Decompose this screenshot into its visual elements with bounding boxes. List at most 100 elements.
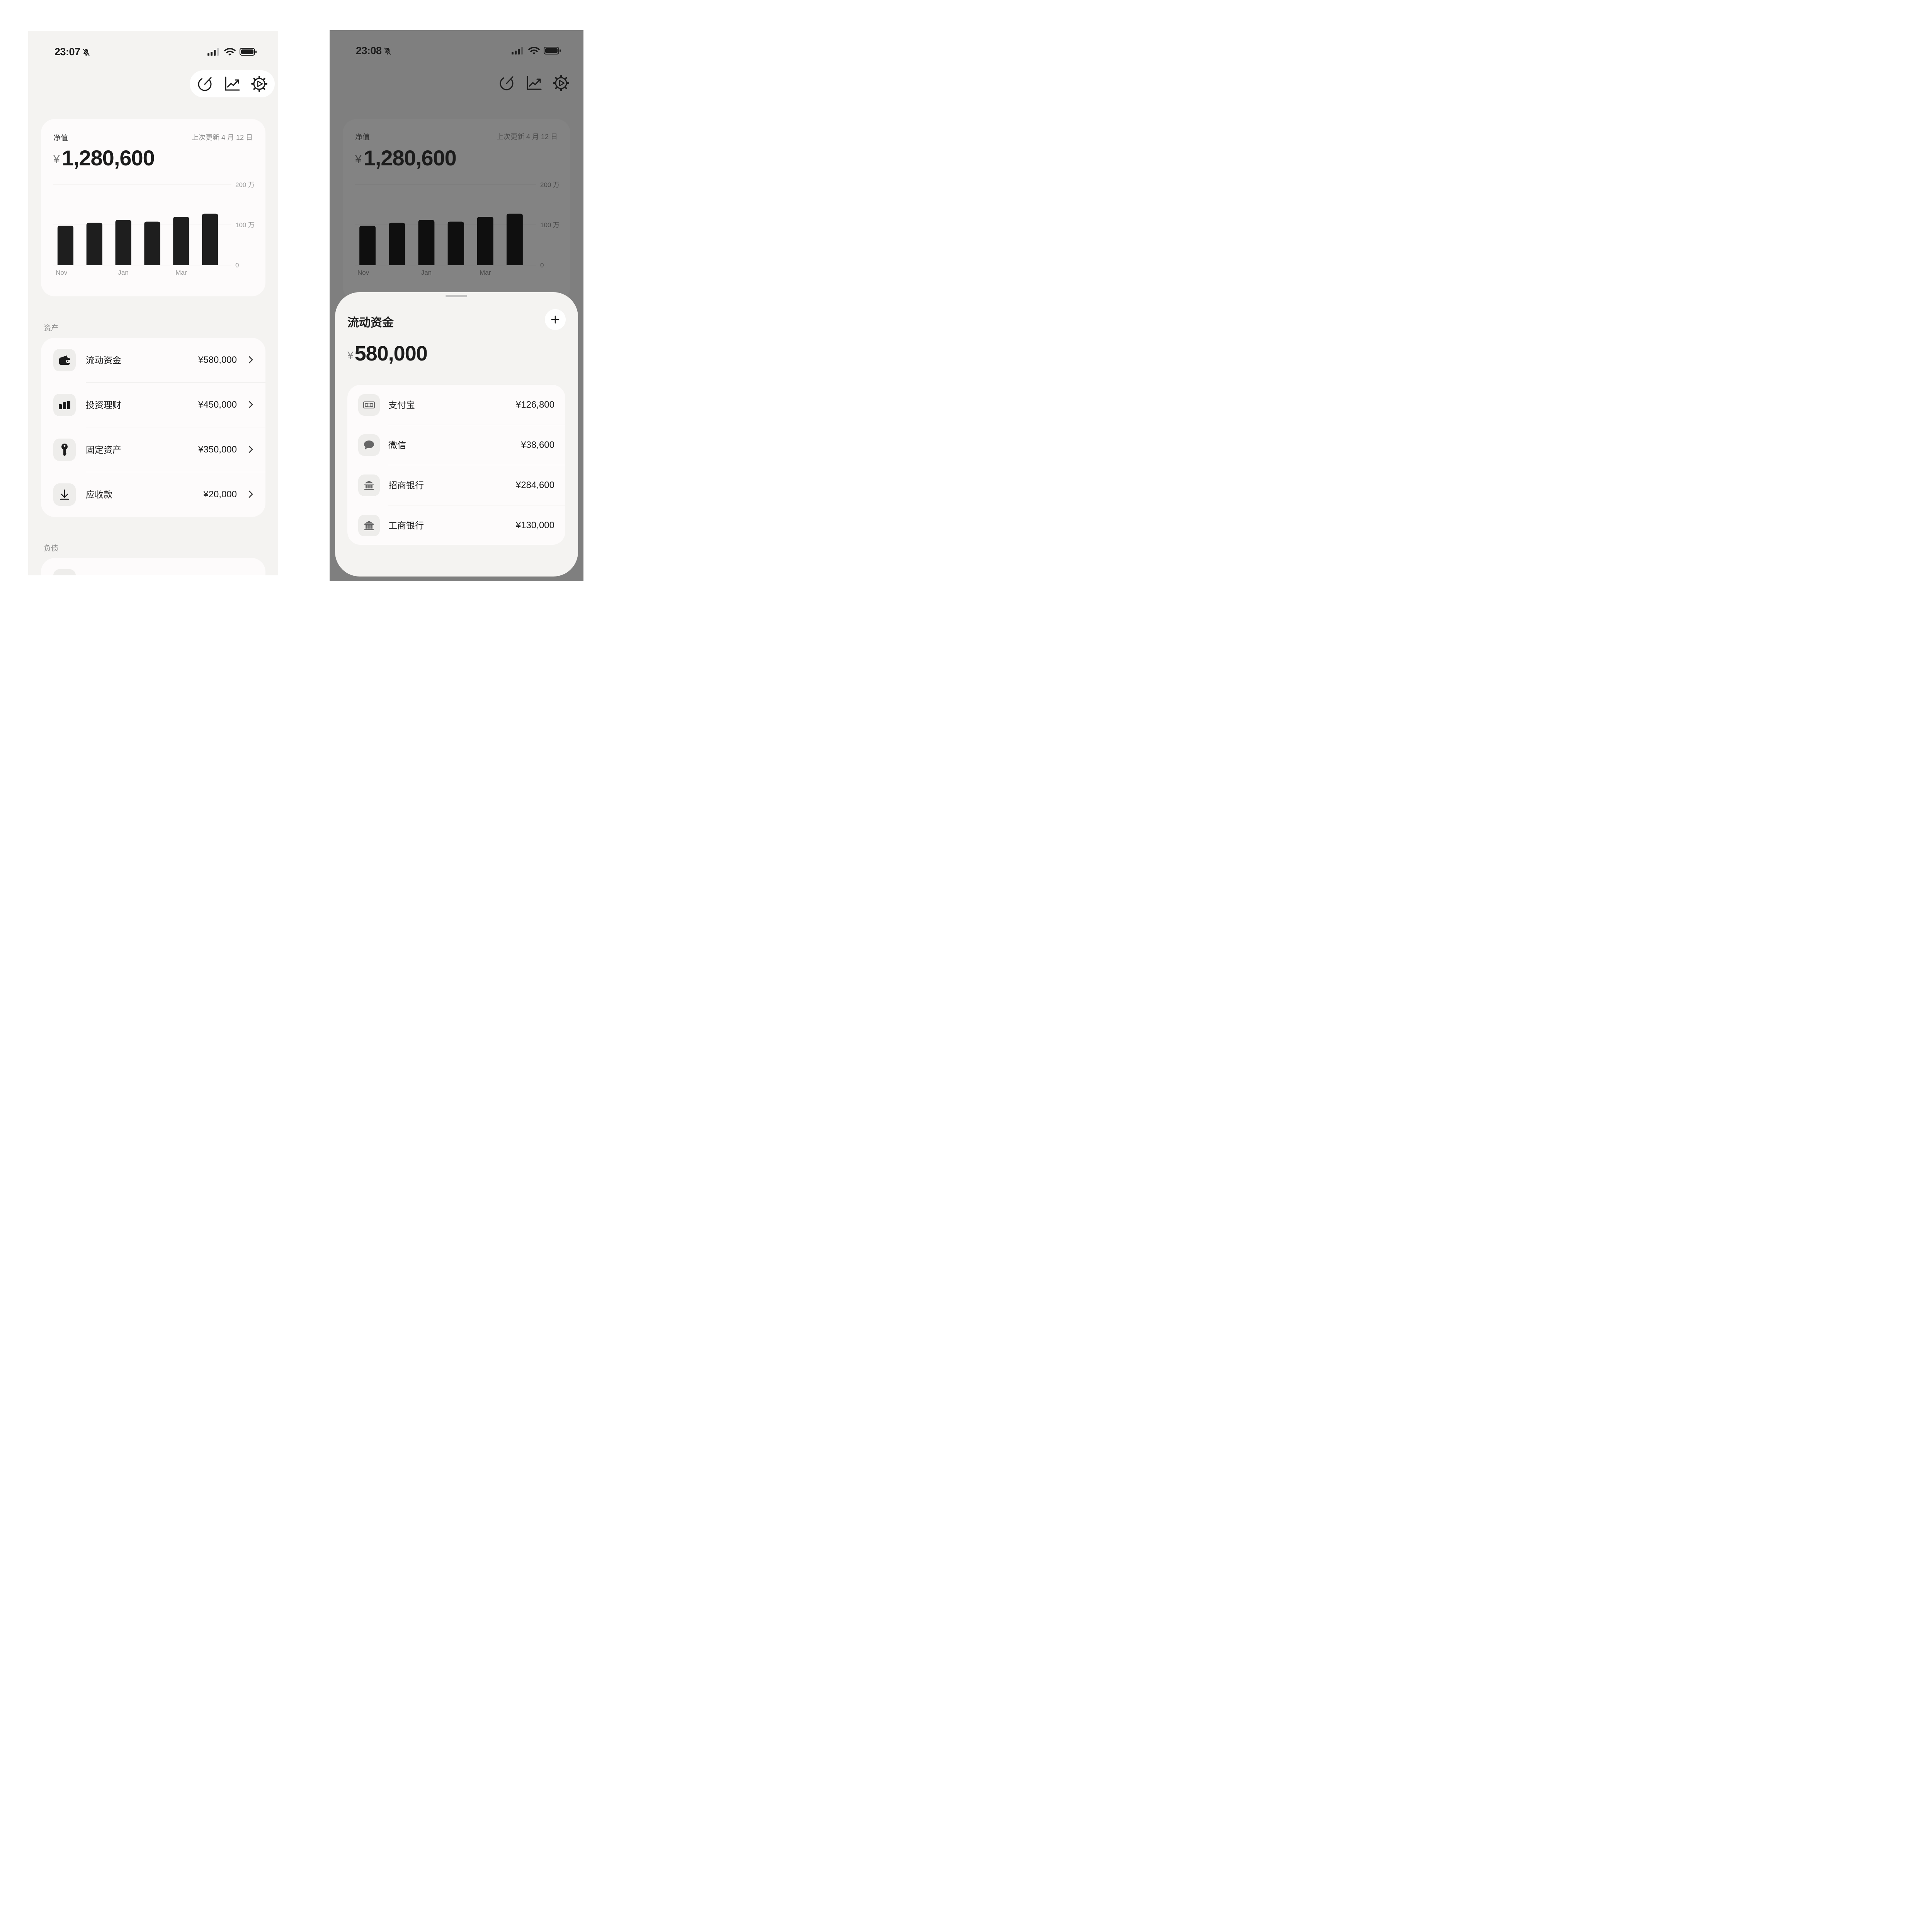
x-tick-label: Jan [421,269,432,276]
cellular-signal-icon [207,48,220,58]
sheet-title: 流动资金 [347,316,394,329]
account-amount: ¥130,000 [515,520,554,531]
last-updated: 上次更新 4 月 12 日 [496,133,558,141]
asset-label: 固定资产 [86,445,121,455]
net-worth-card[interactable]: 净值 上次更新 4 月 12 日 ¥1,280,600 0 100 万 200 万 N… [41,119,265,296]
y-tick-label: 200 万 [235,181,255,189]
download-arrow-icon [53,483,76,506]
bar-chart-icon [53,394,76,416]
liability-row[interactable] [41,558,265,575]
x-tick-label: Nov [357,269,369,276]
sheet-grabber[interactable] [446,295,467,297]
account-amount: ¥284,600 [515,480,554,490]
trend-chart-button[interactable] [525,74,543,92]
y-tick-label: 200 万 [540,181,560,189]
settings-gear-icon [553,75,569,91]
asset-amount: ¥580,000 [198,355,237,365]
account-row-wechat[interactable]: 微信 ¥38,600 [347,425,565,465]
account-row-icbc[interactable]: 工商银行 ¥130,000 [347,505,565,545]
asset-label: 流动资金 [86,355,121,365]
y-tick-label: 100 万 [540,221,560,229]
battery-icon [544,46,561,57]
chevron-right-icon [248,445,253,456]
chart-bar-feb[interactable] [144,221,160,265]
bell-slash-icon [383,46,392,58]
x-tick-label: Mar [480,269,491,276]
net-worth-chart: 0 100 万 200 万 Nov Jan Mar [355,181,560,276]
account-label: 工商银行 [388,520,424,531]
chart-bar-mar[interactable] [173,217,189,265]
chevron-right-icon [248,355,253,366]
asset-label: 投资理财 [86,400,121,410]
trend-chart-icon [527,76,542,90]
x-tick-label: Nov [56,269,68,276]
chart-bar-nov[interactable] [57,226,73,265]
net-worth-label: 净值 [53,134,68,142]
asset-row-fixed[interactable]: 固定资产 ¥350,000 [41,427,265,472]
status-icons [207,48,257,58]
banknote-icon [358,394,380,416]
chart-bar-apr[interactable] [506,213,523,265]
chart-bar-nov[interactable] [359,226,376,265]
top-toolbar [190,70,275,97]
trend-chart-button[interactable] [223,75,242,93]
edit-gauge-icon [198,77,212,91]
bell-slash-icon [82,47,90,59]
chart-bar-dec[interactable] [86,223,102,265]
chart-bar-feb[interactable] [447,221,464,265]
chart-bar-mar[interactable] [477,217,493,265]
asset-amount: ¥450,000 [198,400,237,410]
asset-label: 应收款 [86,490,112,500]
chart-bar-jan[interactable] [418,220,435,265]
net-worth-chart: 0 100 万 200 万 Nov Jan Mar [53,181,255,276]
accounts-list: 支付宝 ¥126,800 微信 ¥38,600 招商银行 ¥284,600 工商… [347,385,565,545]
net-worth-value: ¥1,280,600 [53,146,155,170]
net-worth-label: 净值 [355,133,370,141]
y-tick-label: 100 万 [235,221,255,229]
chevron-right-icon [248,490,253,500]
wallet-icon [53,349,76,371]
chart-bar-apr[interactable] [202,213,218,265]
liabilities-list [41,558,265,575]
home-screen: 23:07 净值 上次更新 4 月 12 日 ¥1,280,600 0 100 万… [28,31,278,575]
x-tick-label: Mar [175,269,187,276]
account-amount: ¥126,800 [515,400,554,410]
settings-button[interactable] [552,74,570,92]
y-tick-label: 0 [540,262,544,269]
battery-icon [240,48,257,58]
edit-gauge-button[interactable] [498,74,516,92]
account-amount: ¥38,600 [521,440,554,450]
account-row-alipay[interactable]: 支付宝 ¥126,800 [347,385,565,425]
account-row-cmb[interactable]: 招商银行 ¥284,600 [347,465,565,505]
settings-button[interactable] [250,75,269,93]
bank-icon [358,515,380,536]
edit-gauge-icon [500,76,514,90]
chart-bar-jan[interactable] [115,220,131,265]
settings-gear-icon [251,76,267,92]
liquid-funds-sheet: 流动资金 ¥580,000 支付宝 ¥126,800 微信 ¥38,600 招商… [335,292,578,577]
sheet-total-amount: ¥580,000 [347,342,428,365]
add-account-button[interactable] [545,309,566,330]
wifi-icon [224,48,236,58]
chart-bar-dec[interactable] [389,223,405,265]
wifi-icon [528,46,540,57]
asset-row-receivable[interactable]: 应收款 ¥20,000 [41,472,265,517]
edit-gauge-button[interactable] [196,75,214,93]
last-updated: 上次更新 4 月 12 日 [191,134,253,141]
account-label: 招商银行 [388,480,424,490]
liability-icon [53,569,76,575]
y-tick-label: 0 [235,262,239,269]
key-icon [53,439,76,461]
assets-list: 流动资金 ¥580,000 投资理财 ¥450,000 固定资产 ¥350,00… [41,338,265,517]
chat-bubble-icon [358,434,380,456]
status-icons [511,46,561,57]
status-time: 23:07 [54,46,90,59]
net-worth-value: ¥1,280,600 [355,146,457,170]
asset-amount: ¥350,000 [198,444,237,455]
status-time: 23:08 [356,45,392,58]
top-toolbar [492,70,577,97]
asset-row-investment[interactable]: 投资理财 ¥450,000 [41,383,265,427]
asset-row-liquid[interactable]: 流动资金 ¥580,000 [41,338,265,383]
asset-amount: ¥20,000 [203,489,237,500]
assets-section-title: 资产 [44,324,59,332]
